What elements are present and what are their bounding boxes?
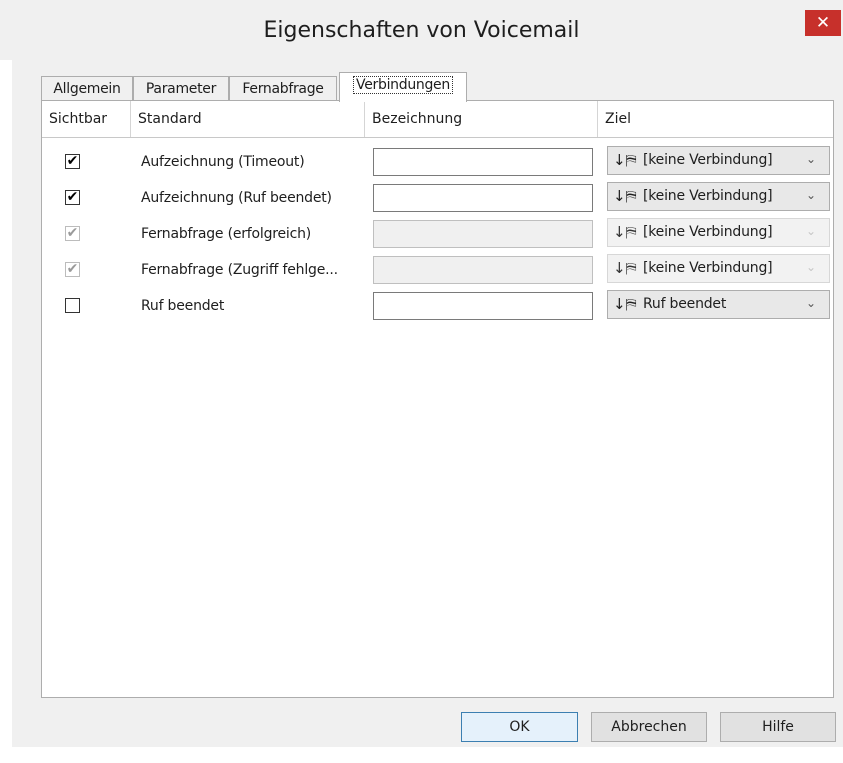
title-bar[interactable]: Eigenschaften von Voicemail ✕: [0, 0, 843, 60]
visible-checkbox[interactable]: [65, 298, 80, 313]
ok-button[interactable]: OK: [461, 712, 578, 742]
bezeichnung-input[interactable]: [373, 184, 593, 212]
window-title: Eigenschaften von Voicemail: [263, 18, 580, 43]
bezeichnung-input[interactable]: [373, 148, 593, 176]
table-row: ✔ Fernabfrage (erfolgreich) ↓⛿ [keine Ve…: [42, 215, 833, 251]
table-row: Ruf beendet ↓⛿ Ruf beendet ⌄: [42, 287, 833, 323]
checkmark-icon: ✔: [66, 225, 79, 241]
ziel-dropdown[interactable]: ↓⛿ [keine Verbindung] ⌄: [607, 254, 830, 283]
ziel-value: Ruf beendet: [643, 296, 727, 312]
column-header-sichtbar[interactable]: Sichtbar: [42, 101, 131, 137]
connection-icon: ↓⛿: [613, 295, 637, 313]
cancel-button[interactable]: Abbrechen: [591, 712, 707, 742]
ziel-dropdown[interactable]: ↓⛿ [keine Verbindung] ⌄: [607, 182, 830, 211]
visible-checkbox[interactable]: ✔: [65, 154, 80, 169]
bezeichnung-input[interactable]: [373, 256, 593, 284]
standard-label: Aufzeichnung (Timeout): [141, 154, 305, 170]
bezeichnung-input[interactable]: [373, 292, 593, 320]
visible-checkbox[interactable]: ✔: [65, 190, 80, 205]
tab-label: Verbindungen: [353, 76, 453, 94]
column-header-ziel[interactable]: Ziel: [598, 101, 833, 137]
standard-label: Fernabfrage (erfolgreich): [141, 226, 312, 242]
column-header-standard[interactable]: Standard: [131, 101, 365, 137]
standard-label: Aufzeichnung (Ruf beendet): [141, 190, 332, 206]
tab-label: Fernabfrage: [242, 81, 324, 97]
checkmark-icon: ✔: [66, 189, 79, 205]
chevron-down-icon: ⌄: [806, 260, 817, 274]
dialog-window: Eigenschaften von Voicemail ✕ Allgemein …: [0, 0, 843, 763]
table-row: ✔ Aufzeichnung (Timeout) ↓⛿ [keine Verbi…: [42, 143, 833, 179]
window-left-edge: [0, 0, 12, 763]
tab-allgemein[interactable]: Allgemein: [41, 76, 133, 100]
ziel-value: [keine Verbindung]: [643, 152, 773, 168]
close-button[interactable]: ✕: [805, 10, 841, 36]
ziel-dropdown[interactable]: ↓⛿ [keine Verbindung] ⌄: [607, 146, 830, 175]
chevron-down-icon: ⌄: [806, 296, 817, 310]
visible-checkbox[interactable]: ✔: [65, 226, 80, 241]
checkmark-icon: ✔: [66, 153, 79, 169]
ziel-value: [keine Verbindung]: [643, 224, 773, 240]
connections-panel: Sichtbar Standard Bezeichnung Ziel ✔ Auf…: [41, 100, 834, 698]
tab-fernabfrage[interactable]: Fernabfrage: [229, 76, 337, 100]
ziel-dropdown[interactable]: ↓⛿ [keine Verbindung] ⌄: [607, 218, 830, 247]
ziel-dropdown[interactable]: ↓⛿ Ruf beendet ⌄: [607, 290, 830, 319]
tab-label: Allgemein: [53, 81, 121, 97]
chevron-down-icon: ⌄: [806, 152, 817, 166]
chevron-down-icon: ⌄: [806, 188, 817, 202]
ziel-value: [keine Verbindung]: [643, 260, 773, 276]
list-header: Sichtbar Standard Bezeichnung Ziel: [42, 101, 833, 138]
connection-icon: ↓⛿: [613, 259, 637, 277]
connection-icon: ↓⛿: [613, 187, 637, 205]
table-row: ✔ Fernabfrage (Zugriff fehlge... ↓⛿ [kei…: [42, 251, 833, 287]
chevron-down-icon: ⌄: [806, 224, 817, 238]
close-icon: ✕: [815, 13, 831, 33]
bezeichnung-input[interactable]: [373, 220, 593, 248]
standard-label: Ruf beendet: [141, 298, 225, 314]
help-button[interactable]: Hilfe: [720, 712, 836, 742]
standard-label: Fernabfrage (Zugriff fehlge...: [141, 262, 338, 278]
tab-parameter[interactable]: Parameter: [133, 76, 229, 100]
table-row: ✔ Aufzeichnung (Ruf beendet) ↓⛿ [keine V…: [42, 179, 833, 215]
tab-label: Parameter: [145, 81, 217, 97]
visible-checkbox[interactable]: ✔: [65, 262, 80, 277]
tab-verbindungen[interactable]: Verbindungen: [339, 72, 467, 102]
connection-icon: ↓⛿: [613, 223, 637, 241]
connection-icon: ↓⛿: [613, 151, 637, 169]
column-header-bezeichnung[interactable]: Bezeichnung: [365, 101, 598, 137]
window-bottom-edge: [0, 747, 843, 763]
checkmark-icon: ✔: [66, 261, 79, 277]
ziel-value: [keine Verbindung]: [643, 188, 773, 204]
